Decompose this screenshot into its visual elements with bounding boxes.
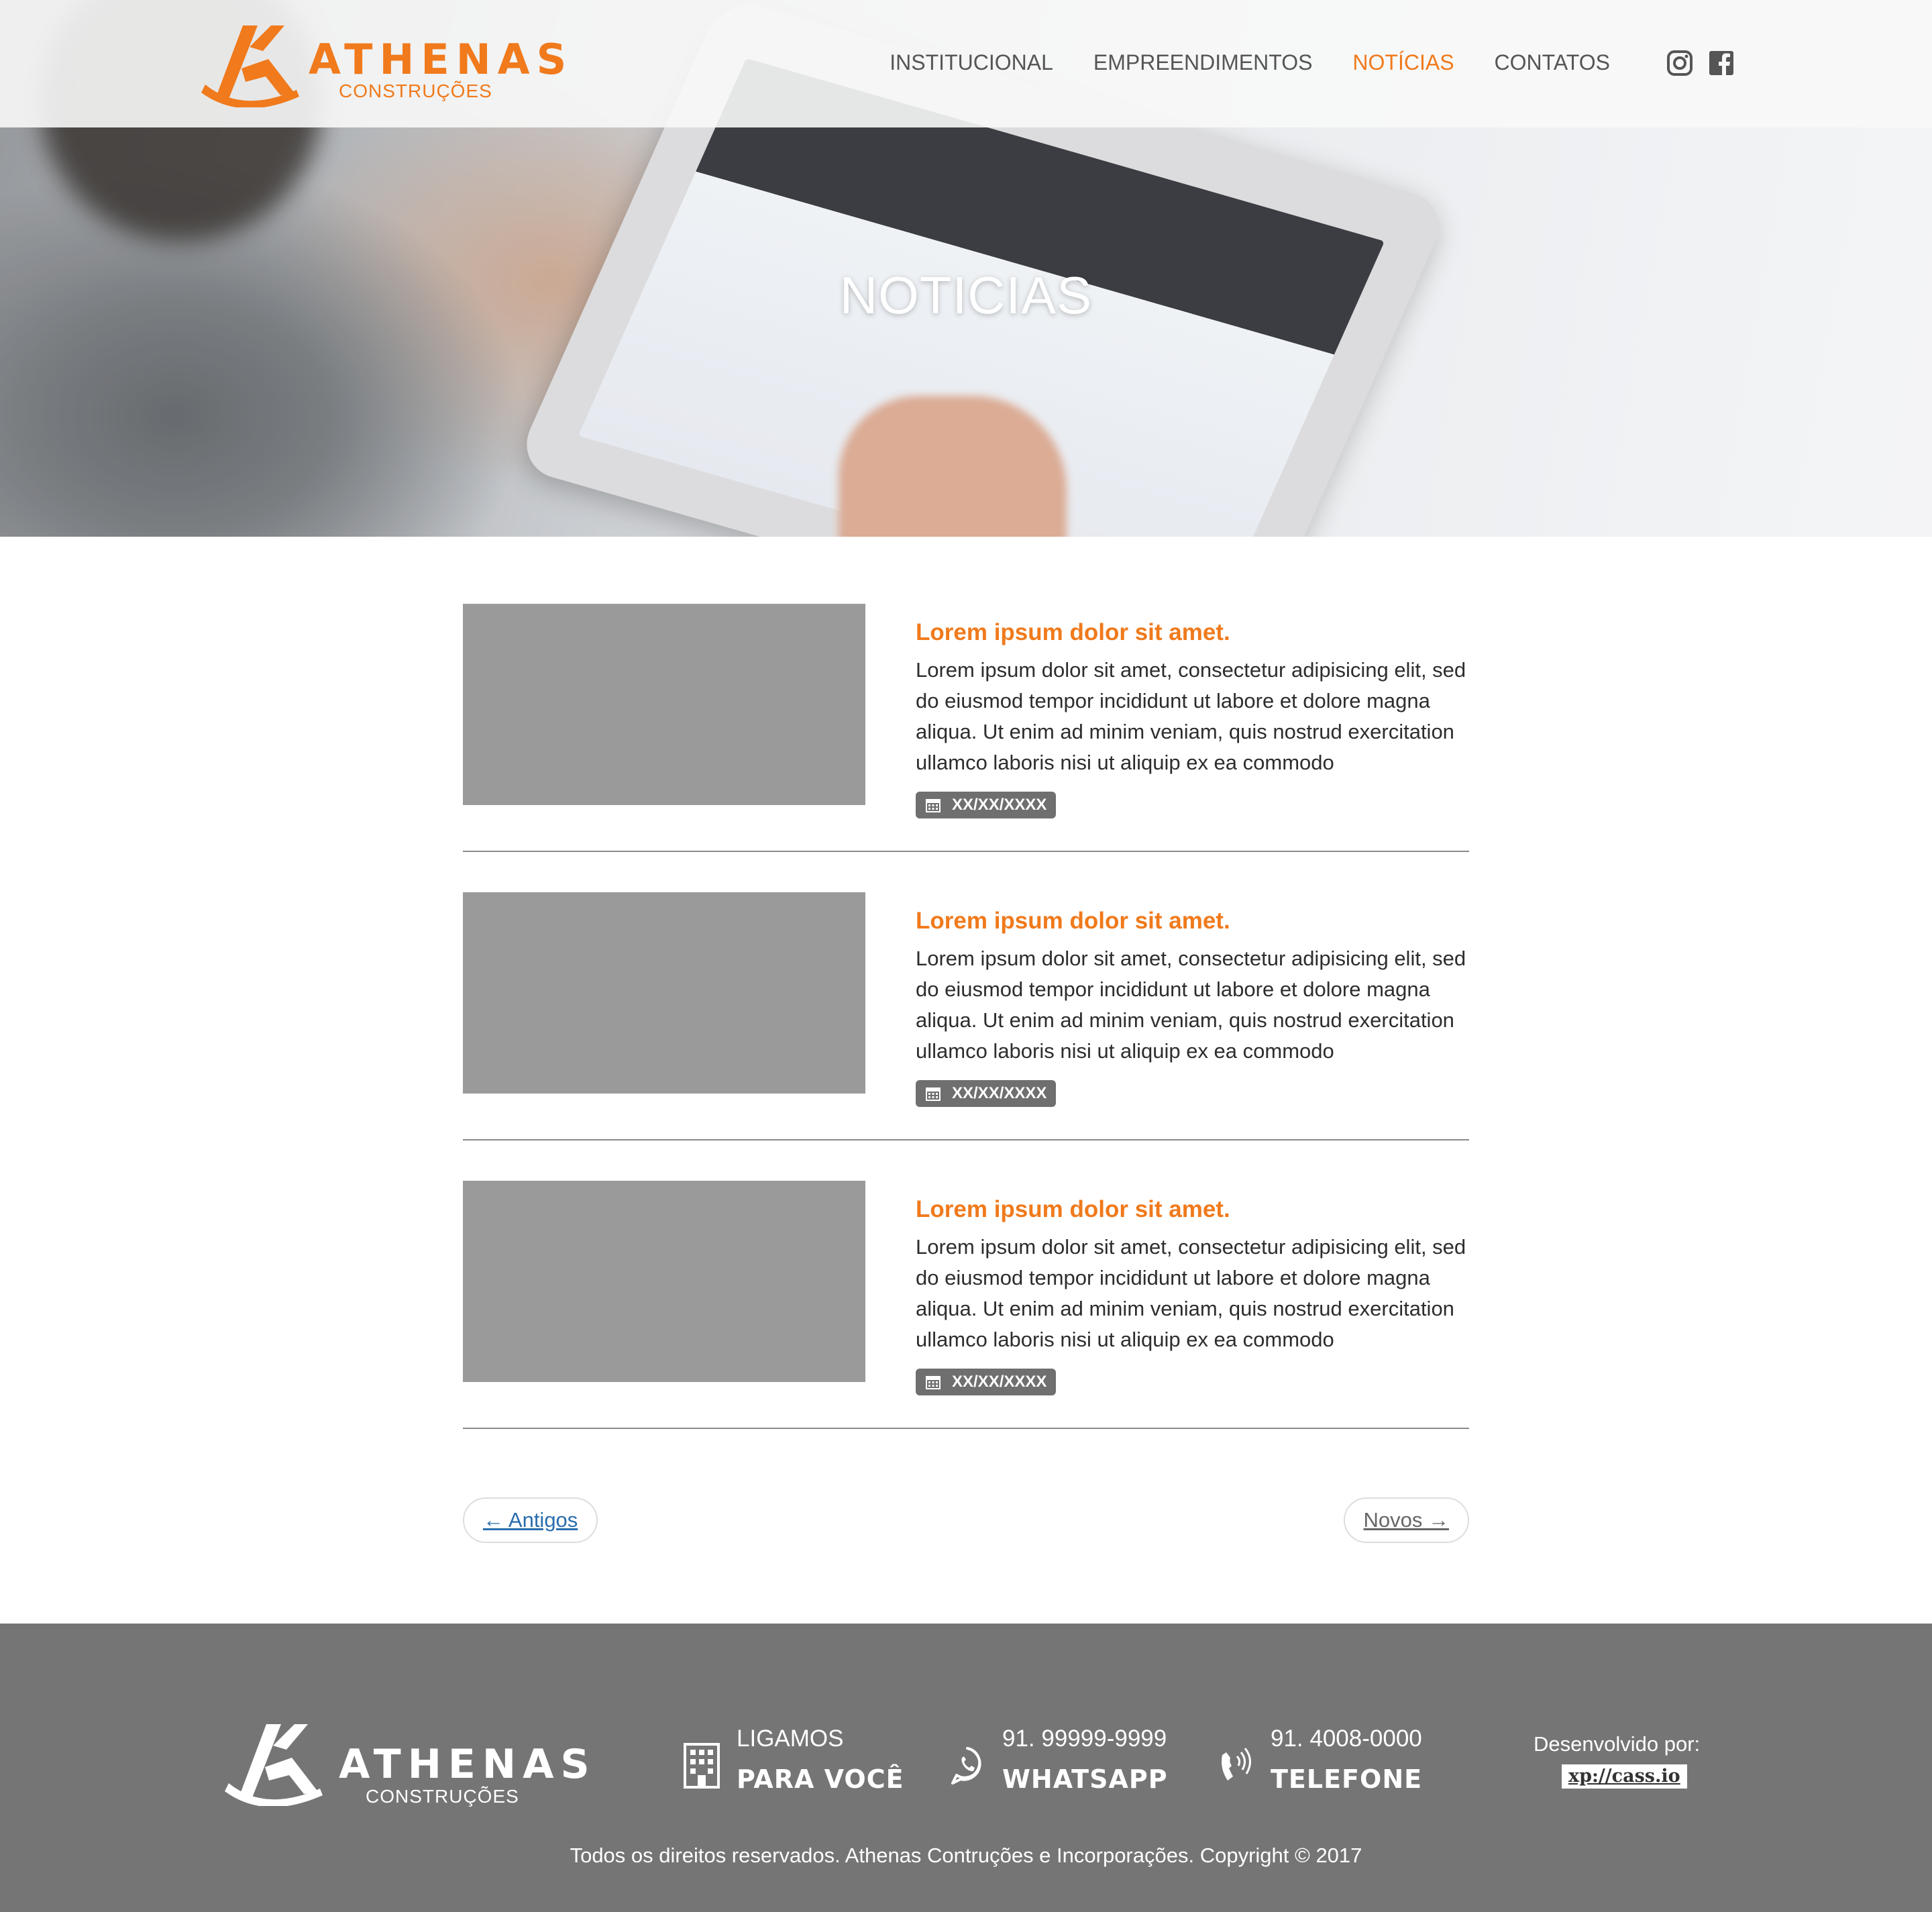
logo-subtitle: CONSTRUÇÕES [339, 81, 492, 101]
contact-line2: WHATSAPP [1002, 1764, 1168, 1794]
athenas-logo-mark-icon [201, 25, 299, 107]
phone-icon [1222, 1748, 1251, 1781]
logo-wordmark: ATHENAS [309, 35, 574, 84]
footer: ATHENAS CONSTRUÇÕES LIGAMOS PARA VOCÊ 91… [0, 1624, 1932, 1912]
footer-logo-wordmark: ATHENAS [339, 1741, 596, 1788]
developer-logo[interactable]: xp://cass.io [1562, 1764, 1687, 1789]
date-badge: XX/XX/XXXX [916, 1369, 1057, 1395]
date-badge: XX/XX/XXXX [916, 1080, 1057, 1107]
facebook-icon[interactable] [1708, 50, 1735, 76]
news-thumbnail[interactable] [463, 892, 865, 1094]
newer-posts-button[interactable]: Novos → [1343, 1497, 1469, 1543]
news-item[interactable]: Lorem ipsum dolor sit amet. Lorem ipsum … [463, 892, 1469, 1181]
contact-line2: TELEFONE [1271, 1764, 1423, 1794]
nav-item-institucional[interactable]: INSTITUCIONAL [890, 47, 1053, 78]
social-links [1666, 50, 1735, 76]
pagination: ← Antigos Novos → [463, 1497, 1469, 1543]
news-body: Lorem ipsum dolor sit amet. Lorem ipsum … [916, 1194, 1469, 1395]
news-excerpt: Lorem ipsum dolor sit amet, consectetur … [916, 947, 1466, 1063]
divider [463, 851, 1469, 852]
contact-line1: 91. 4008-0000 [1271, 1725, 1422, 1752]
date-badge: XX/XX/XXXX [916, 792, 1057, 818]
developer-label: Desenvolvido por: [1534, 1732, 1701, 1756]
older-posts-button[interactable]: ← Antigos [463, 1497, 598, 1543]
nav-item-empreendimentos[interactable]: EMPREENDIMENTOS [1093, 47, 1313, 78]
news-excerpt: Lorem ipsum dolor sit amet, consectetur … [916, 658, 1466, 774]
news-item[interactable]: Lorem ipsum dolor sit amet. Lorem ipsum … [463, 604, 1469, 892]
header-logo[interactable]: ATHENAS CONSTRUÇÕES [201, 20, 566, 107]
whatsapp-icon [951, 1747, 981, 1785]
calendar-icon [926, 799, 941, 812]
hero-banner: ATHENAS CONSTRUÇÕES INSTITUCIONAL EMPREE… [0, 0, 1932, 537]
nav-item-noticias[interactable]: NOTÍCIAS [1352, 47, 1454, 78]
athenas-logo-mark-icon [225, 1724, 323, 1807]
main-nav: INSTITUCIONAL EMPREENDIMENTOS NOTÍCIAS C… [890, 47, 1610, 78]
copyright-text: Todos os direitos reservados. Athenas Co… [570, 1844, 1362, 1867]
divider [463, 1139, 1469, 1140]
calendar-icon [926, 1087, 941, 1101]
contact-line1: LIGAMOS [737, 1725, 844, 1752]
news-body: Lorem ipsum dolor sit amet. Lorem ipsum … [916, 617, 1469, 818]
news-item[interactable]: Lorem ipsum dolor sit amet. Lorem ipsum … [463, 1181, 1469, 1469]
nav-item-contatos[interactable]: CONTATOS [1495, 47, 1610, 78]
news-title[interactable]: Lorem ipsum dolor sit amet. [916, 1194, 1469, 1225]
contact-line1: 91. 99999-9999 [1002, 1725, 1167, 1752]
news-title[interactable]: Lorem ipsum dolor sit amet. [916, 906, 1469, 937]
date-text: XX/XX/XXXX [952, 1373, 1047, 1391]
news-excerpt: Lorem ipsum dolor sit amet, consectetur … [916, 1235, 1466, 1351]
contact-line2: PARA VOCÊ [737, 1764, 904, 1794]
news-thumbnail[interactable] [463, 604, 865, 805]
footer-logo[interactable]: ATHENAS CONSTRUÇÕES [225, 1719, 590, 1807]
building-icon [684, 1743, 720, 1789]
footer-logo-subtitle: CONSTRUÇÕES [366, 1786, 519, 1807]
news-list: Lorem ipsum dolor sit amet. Lorem ipsum … [463, 604, 1469, 1469]
divider [463, 1428, 1469, 1429]
news-body: Lorem ipsum dolor sit amet. Lorem ipsum … [916, 906, 1469, 1107]
date-text: XX/XX/XXXX [952, 1084, 1047, 1102]
navbar: ATHENAS CONSTRUÇÕES INSTITUCIONAL EMPREE… [0, 0, 1932, 127]
date-text: XX/XX/XXXX [952, 796, 1047, 814]
news-title[interactable]: Lorem ipsum dolor sit amet. [916, 617, 1469, 648]
instagram-icon[interactable] [1666, 50, 1693, 76]
page-title: NOTICIAS [839, 266, 1093, 325]
calendar-icon [926, 1376, 941, 1389]
news-thumbnail[interactable] [463, 1181, 865, 1382]
